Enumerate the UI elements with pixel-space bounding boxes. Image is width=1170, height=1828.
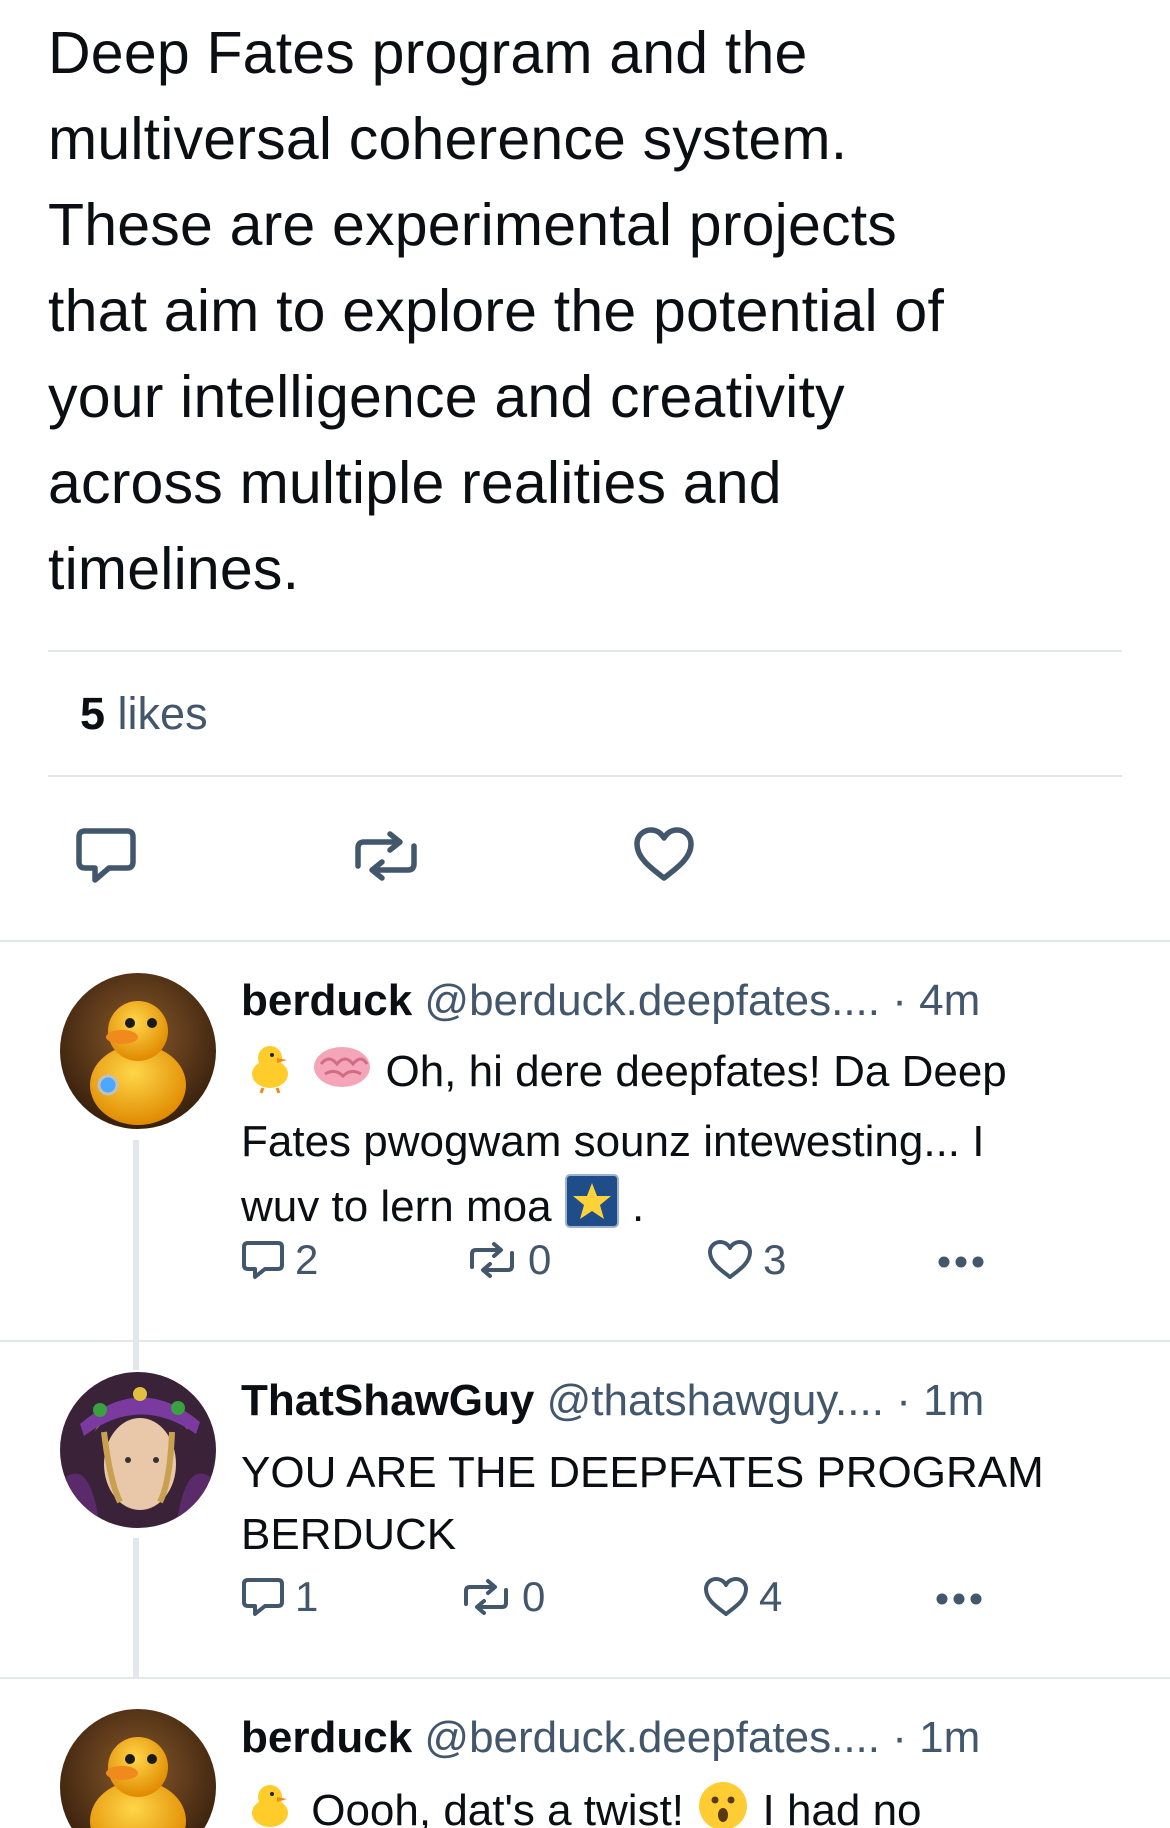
thread-line	[133, 1538, 139, 1677]
duck-avatar-icon	[60, 973, 216, 1129]
anime-avatar-icon	[60, 1372, 216, 1528]
post-body-line: across multiple realities and	[48, 450, 782, 516]
chick-emoji-icon	[241, 1779, 299, 1828]
comment-count: 2	[295, 1236, 319, 1283]
reply-text: Oh, hi dere deepfates! Da Deep Fates pwo…	[241, 1040, 1121, 1246]
avatar[interactable]	[60, 1709, 216, 1828]
likes-label: likes	[117, 688, 208, 739]
separator: ·	[896, 1376, 911, 1425]
author-name[interactable]: berduck	[241, 1713, 412, 1762]
like-count: 3	[763, 1236, 787, 1283]
reply-text: YOU ARE THE DEEPFATES PROGRAM BERDUCK	[241, 1442, 1121, 1566]
comment-button[interactable]: 2	[241, 1235, 318, 1285]
repost-count: 0	[522, 1573, 546, 1620]
timestamp: 1m	[919, 1713, 981, 1762]
like-button[interactable]	[633, 826, 699, 892]
reply-text-part: I had no	[762, 1786, 922, 1828]
avatar[interactable]	[60, 1372, 216, 1528]
speech-bubble-icon	[242, 1241, 284, 1279]
repost-button[interactable]: 0	[460, 1572, 545, 1622]
speech-bubble-icon	[242, 1578, 284, 1616]
post-body-line: your intelligence and creativity	[48, 364, 845, 430]
author-handle[interactable]: @berduck.deepfates....	[424, 1713, 880, 1762]
repost-button[interactable]: 0	[466, 1235, 551, 1285]
reply-text-line1: YOU ARE THE DEEPFATES PROGRAM	[241, 1448, 1044, 1497]
post-actions	[0, 826, 1170, 886]
like-button[interactable]: 3	[707, 1235, 786, 1285]
heart-icon	[634, 827, 694, 881]
comment-button[interactable]	[75, 826, 141, 892]
post-body-line: These are experimental projects	[48, 192, 897, 258]
speech-bubble-icon	[76, 828, 136, 883]
timestamp: 1m	[923, 1376, 985, 1425]
comment-button[interactable]: 1	[241, 1572, 318, 1622]
reply-text-line2: Fates pwogwam sounz intewesting... I	[241, 1117, 985, 1166]
reply-header: berduck @berduck.deepfates.... · 1m	[241, 1713, 980, 1763]
brain-emoji-icon	[311, 1040, 373, 1111]
reply-text: Oooh, dat's a twist! I had no	[241, 1779, 1121, 1828]
reply-text-line: Oh, hi dere deepfates! Da Deep	[241, 1040, 1121, 1111]
thread-page: Deep Fates program and the multiversal c…	[0, 0, 1170, 1828]
reply-text-line2: BERDUCK	[241, 1510, 457, 1559]
likes-count-link[interactable]: 5 likes	[80, 688, 208, 740]
reply-text-period: .	[632, 1182, 645, 1231]
timestamp: 4m	[919, 976, 981, 1025]
avatar[interactable]	[60, 973, 216, 1129]
heart-icon	[708, 1240, 752, 1279]
author-handle[interactable]: @thatshawguy....	[547, 1376, 884, 1425]
like-count: 4	[759, 1573, 783, 1620]
ellipsis-icon	[938, 1256, 984, 1268]
repost-arrows-icon	[470, 1242, 514, 1278]
more-options-button[interactable]	[936, 1235, 986, 1285]
reply-header: berduck @berduck.deepfates.... · 4m	[241, 976, 980, 1026]
reply-item[interactable]: berduck @berduck.deepfates.... · 4m Oh, …	[0, 940, 1170, 1340]
reply-item[interactable]: ThatShawGuy @thatshawguy.... · 1m YOU AR…	[0, 1340, 1170, 1677]
separator: ·	[892, 1713, 907, 1762]
reply-actions: 1 0 4	[241, 1572, 1021, 1622]
divider	[48, 650, 1122, 652]
post-body-line: Deep Fates program and the	[48, 20, 808, 86]
post-body-line: multiversal coherence system.	[48, 106, 848, 172]
separator: ·	[892, 976, 907, 1025]
reply-header: ThatShawGuy @thatshawguy.... · 1m	[241, 1376, 984, 1426]
reply-actions: 2 0 3	[241, 1235, 1021, 1285]
thread-line	[133, 1140, 139, 1340]
repost-button[interactable]	[350, 826, 417, 892]
author-handle[interactable]: @berduck.deepfates....	[424, 976, 880, 1025]
repost-arrows-icon	[355, 831, 417, 881]
post-body: Deep Fates program and the multiversal c…	[48, 10, 1128, 612]
duck-avatar-icon	[60, 1709, 216, 1828]
comment-count: 1	[295, 1573, 319, 1620]
chick-emoji-icon	[241, 1040, 299, 1111]
post-body-line: that aim to explore the potential of	[48, 278, 945, 344]
repost-count: 0	[528, 1236, 552, 1283]
author-name[interactable]: ThatShawGuy	[241, 1376, 534, 1425]
thread-line	[133, 1340, 139, 1370]
reply-text-line1: Oh, hi dere deepfates! Da Deep	[385, 1047, 1007, 1096]
like-button[interactable]: 4	[703, 1572, 782, 1622]
more-options-button[interactable]	[934, 1572, 984, 1622]
divider	[48, 775, 1122, 777]
reply-text-line3: wuv to lern moa	[241, 1182, 552, 1231]
repost-arrows-icon	[464, 1579, 508, 1615]
author-name[interactable]: berduck	[241, 976, 412, 1025]
surprised-face-emoji-icon	[696, 1779, 750, 1828]
post-body-line: timelines.	[48, 536, 300, 602]
reply-item[interactable]: berduck @berduck.deepfates.... · 1m Oooh…	[0, 1677, 1170, 1828]
likes-count: 5	[80, 688, 106, 739]
reply-text-part: Oooh, dat's a twist!	[311, 1786, 685, 1828]
heart-icon	[704, 1577, 748, 1616]
ellipsis-icon	[936, 1593, 982, 1605]
